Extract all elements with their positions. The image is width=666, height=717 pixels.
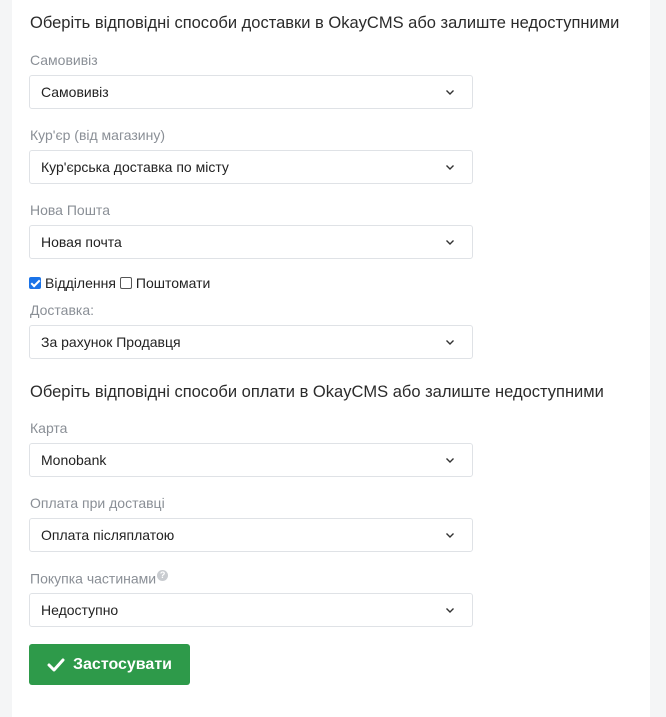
apply-button[interactable]: Застосувати (29, 644, 190, 685)
card-select-value: Monobank (41, 452, 107, 468)
settings-panel: Оберіть відповідні способи доставки в Ok… (12, 0, 650, 717)
chevron-down-icon (446, 90, 454, 95)
shipping-cost-label: Доставка: (30, 302, 95, 318)
nova-poshta-select-value: Новая почта (41, 234, 122, 250)
apply-button-label: Застосувати (73, 655, 172, 673)
nova-poshta-label: Нова Пошта (30, 202, 110, 218)
postomats-checkbox-label[interactable]: Поштомати (136, 275, 210, 291)
nova-poshta-options: Відділення Поштомати (29, 275, 210, 291)
shipping-cost-select[interactable]: За рахунок Продавця (29, 325, 473, 359)
cod-select-value: Оплата післяплатою (41, 527, 175, 543)
installments-label: Покупка частинами (30, 570, 157, 587)
postomats-checkbox[interactable] (119, 277, 132, 289)
cod-select[interactable]: Оплата післяплатою (29, 518, 473, 552)
chevron-down-icon (446, 458, 454, 463)
branches-checkbox-label[interactable]: Відділення (45, 275, 116, 291)
courier-label: Кур'єр (від магазину) (30, 127, 166, 143)
delivery-section-title: Оберіть відповідні способи доставки в Ok… (30, 14, 620, 32)
checkmark-icon (47, 658, 65, 671)
chevron-down-icon (446, 165, 454, 170)
card-label: Карта (30, 420, 68, 436)
chevron-down-icon (446, 533, 454, 538)
branches-checkbox[interactable] (29, 277, 41, 289)
help-icon[interactable]: ? (157, 570, 169, 581)
chevron-down-icon (446, 608, 454, 613)
courier-select[interactable]: Кур'єрська доставка по місту (29, 150, 473, 184)
installments-select-value: Недоступно (41, 602, 119, 618)
nova-poshta-select[interactable]: Новая почта (29, 225, 473, 259)
pickup-select-value: Самовивіз (41, 84, 109, 100)
cod-label: Оплата при доставці (30, 495, 165, 511)
chevron-down-icon (446, 240, 454, 245)
installments-select[interactable]: Недоступно (29, 593, 473, 627)
shipping-cost-select-value: За рахунок Продавця (41, 334, 181, 350)
chevron-down-icon (446, 340, 454, 345)
payment-section-title: Оберіть відповідні способи оплати в Okay… (30, 383, 604, 401)
installments-label-row: Покупка частинами? (30, 570, 169, 587)
courier-select-value: Кур'єрська доставка по місту (41, 159, 229, 175)
pickup-select[interactable]: Самовивіз (29, 75, 473, 109)
pickup-label: Самовивіз (30, 52, 98, 68)
card-select[interactable]: Monobank (29, 443, 473, 477)
